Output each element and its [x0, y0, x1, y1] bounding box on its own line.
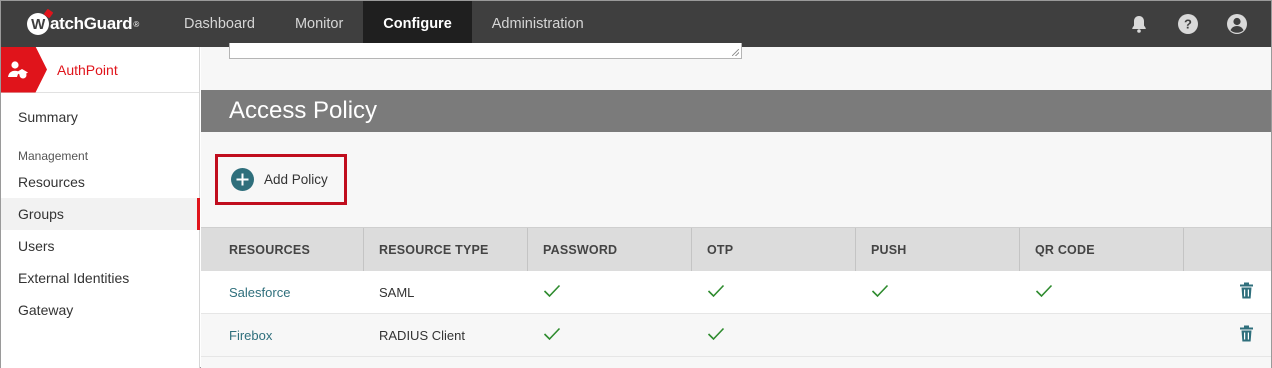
password-cell [528, 314, 692, 357]
authpoint-badge [1, 46, 47, 93]
sidebar-title: AuthPoint [57, 61, 118, 78]
push-cell [856, 271, 1020, 314]
otp-cell [692, 271, 856, 314]
table-body: Salesforce SAML Firebox RADIUS Client [201, 271, 1271, 357]
sidebar: AuthPoint Summary Management Resources G… [1, 46, 200, 368]
plus-circle-icon [231, 168, 254, 191]
resize-grip-icon[interactable] [732, 49, 739, 56]
sidebar-item-resources[interactable]: Resources [1, 166, 199, 198]
nav-monitor[interactable]: Monitor [275, 1, 363, 47]
column-header-resource-type[interactable]: RESOURCE TYPE [364, 228, 528, 271]
nav-dashboard[interactable]: Dashboard [164, 1, 275, 47]
table-row: Salesforce SAML [201, 271, 1271, 314]
delete-icon[interactable] [1239, 282, 1254, 302]
table-row: Firebox RADIUS Client [201, 314, 1271, 357]
logo-mark: W [27, 13, 49, 35]
checkmark-icon [871, 284, 889, 301]
help-icon[interactable]: ? [1176, 12, 1200, 36]
actions-cell [1184, 314, 1271, 357]
add-policy-label: Add Policy [264, 172, 328, 187]
column-header-resources[interactable]: RESOURCES [201, 228, 364, 271]
description-textarea[interactable] [229, 43, 742, 59]
resource-type-cell: SAML [379, 284, 415, 300]
resource-cell: Firebox [201, 314, 364, 357]
push-cell [856, 314, 1020, 357]
resource-cell: Salesforce [201, 271, 364, 314]
checkmark-icon [707, 284, 725, 301]
top-icons: ? [1102, 12, 1271, 36]
table-header: RESOURCES RESOURCE TYPE PASSWORD OTP PUS… [201, 227, 1271, 271]
column-header-actions [1184, 228, 1271, 271]
sidebar-header[interactable]: AuthPoint [1, 46, 199, 93]
section-title: Access Policy [229, 97, 378, 124]
bell-icon[interactable] [1127, 12, 1151, 36]
resource-link[interactable]: Salesforce [229, 285, 290, 300]
top-navigation-bar: WatchGuard ® Dashboard Monitor Configure … [1, 1, 1271, 47]
checkmark-icon [543, 327, 561, 344]
section-header: Access Policy [201, 90, 1271, 132]
users-icon [8, 60, 28, 78]
main-nav: Dashboard Monitor Configure Administrati… [164, 1, 604, 47]
nav-administration[interactable]: Administration [472, 1, 604, 47]
sidebar-item-summary[interactable]: Summary [1, 101, 199, 133]
add-policy-button[interactable]: Add Policy [215, 154, 347, 205]
column-header-otp[interactable]: OTP [692, 228, 856, 271]
nav-configure[interactable]: Configure [363, 1, 472, 47]
sidebar-item-gateway[interactable]: Gateway [1, 294, 199, 326]
qr-cell [1020, 271, 1184, 314]
qr-cell [1020, 314, 1184, 357]
logo-text: atchGuard [50, 14, 133, 33]
checkmark-icon [1035, 284, 1053, 301]
actions-cell [1184, 271, 1271, 314]
otp-cell [692, 314, 856, 357]
resource-link[interactable]: Firebox [229, 328, 272, 343]
column-header-push[interactable]: PUSH [856, 228, 1020, 271]
sidebar-item-external-identities[interactable]: External Identities [1, 262, 199, 294]
checkmark-icon [707, 327, 725, 344]
user-account-icon[interactable] [1225, 12, 1249, 36]
column-header-qr-code[interactable]: QR CODE [1020, 228, 1184, 271]
sidebar-section-management: Management [18, 149, 89, 163]
sidebar-item-groups[interactable]: Groups [1, 198, 200, 230]
main-content: Access Policy Add Policy RESOURCES RESOU… [201, 43, 1271, 368]
watchguard-logo[interactable]: WatchGuard ® [1, 1, 164, 47]
resource-type-cell: RADIUS Client [379, 327, 465, 343]
sidebar-item-users[interactable]: Users [1, 230, 199, 262]
access-policy-table: RESOURCES RESOURCE TYPE PASSWORD OTP PUS… [201, 227, 1271, 357]
delete-icon[interactable] [1239, 325, 1254, 345]
checkmark-icon [543, 284, 561, 301]
svg-text:?: ? [1184, 17, 1192, 32]
password-cell [528, 271, 692, 314]
column-header-password[interactable]: PASSWORD [528, 228, 692, 271]
